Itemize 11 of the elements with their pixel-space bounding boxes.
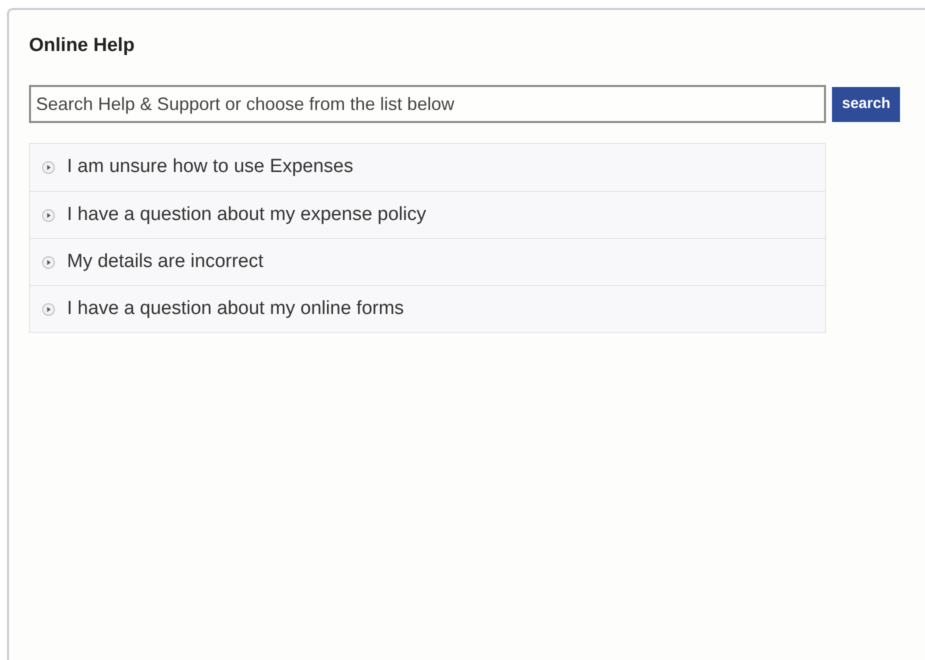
topic-item[interactable]: I am unsure how to use Expenses <box>30 144 825 191</box>
topic-item[interactable]: My details are incorrect <box>30 238 825 285</box>
topic-label: I have a question about my expense policy <box>67 202 426 227</box>
topic-label: My details are incorrect <box>67 250 264 274</box>
topic-label: I am unsure how to use Expenses <box>67 155 354 180</box>
topic-item[interactable]: I have a question about my expense policy <box>30 191 825 238</box>
topic-item[interactable]: I have a question about my online forms <box>30 285 825 332</box>
search-button[interactable]: search <box>832 86 900 122</box>
search-field[interactable]: Search Help & Support or choose from the list below <box>29 85 826 123</box>
topic-label: I have a question about my online forms <box>67 296 404 321</box>
panel-title: Online Help <box>29 34 135 58</box>
